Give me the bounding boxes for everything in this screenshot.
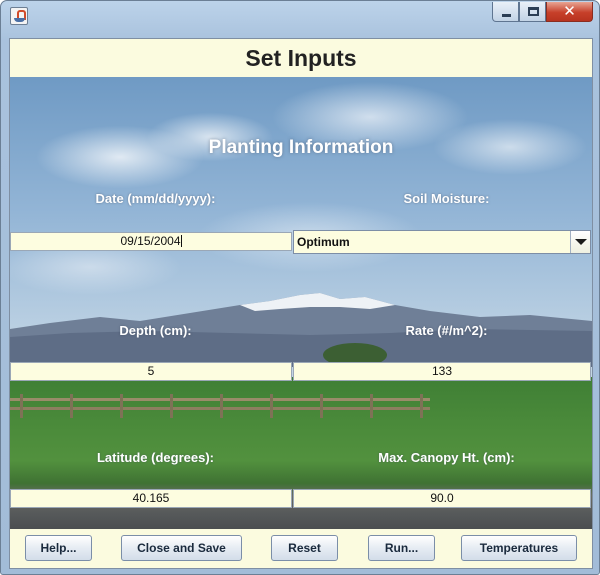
help-button[interactable]: Help... [25, 535, 92, 561]
reset-button[interactable]: Reset [271, 535, 338, 561]
run-button[interactable]: Run... [368, 535, 435, 561]
soil-moisture-select[interactable]: Optimum [293, 230, 591, 254]
soil-moisture-label: Soil Moisture: [403, 191, 490, 206]
soil-moisture-value: Optimum [297, 235, 350, 249]
depth-field[interactable]: 5 [10, 362, 292, 381]
app-window: ✕ Set Inputs Planting Information Date (… [0, 0, 600, 575]
title-bar[interactable]: ✕ [1, 1, 599, 31]
close-window-button[interactable]: ✕ [546, 2, 593, 22]
rate-field[interactable]: 133 [293, 362, 591, 381]
window-controls: ✕ [492, 2, 593, 24]
date-label: Date (mm/dd/yyyy): [95, 191, 216, 206]
maximize-button[interactable] [519, 2, 546, 22]
canopy-height-label: Max. Canopy Ht. (cm): [378, 450, 515, 465]
minimize-button[interactable] [492, 2, 519, 22]
chevron-down-icon[interactable] [570, 231, 590, 253]
fence-illustration [10, 394, 430, 418]
date-field[interactable]: 09/15/2004 [10, 232, 292, 251]
page-title: Set Inputs [245, 45, 357, 71]
date-value: 09/15/2004 [120, 234, 181, 248]
latitude-label: Latitude (degrees): [96, 450, 214, 465]
depth-label: Depth (cm): [119, 323, 192, 338]
canopy-height-field[interactable]: 90.0 [293, 489, 591, 508]
content-panel: Set Inputs Planting Information Date (mm… [9, 38, 593, 569]
text-cursor [180, 235, 182, 247]
temperatures-button[interactable]: Temperatures [461, 535, 577, 561]
close-icon: ✕ [563, 2, 576, 20]
latitude-field[interactable]: 40.165 [10, 489, 292, 508]
rate-label: Rate (#/m^2): [405, 323, 488, 338]
minimize-icon [502, 14, 511, 17]
java-icon[interactable] [10, 7, 28, 25]
close-and-save-button[interactable]: Close and Save [121, 535, 242, 561]
maximize-icon [528, 7, 539, 16]
section-title: Planting Information [208, 137, 394, 158]
